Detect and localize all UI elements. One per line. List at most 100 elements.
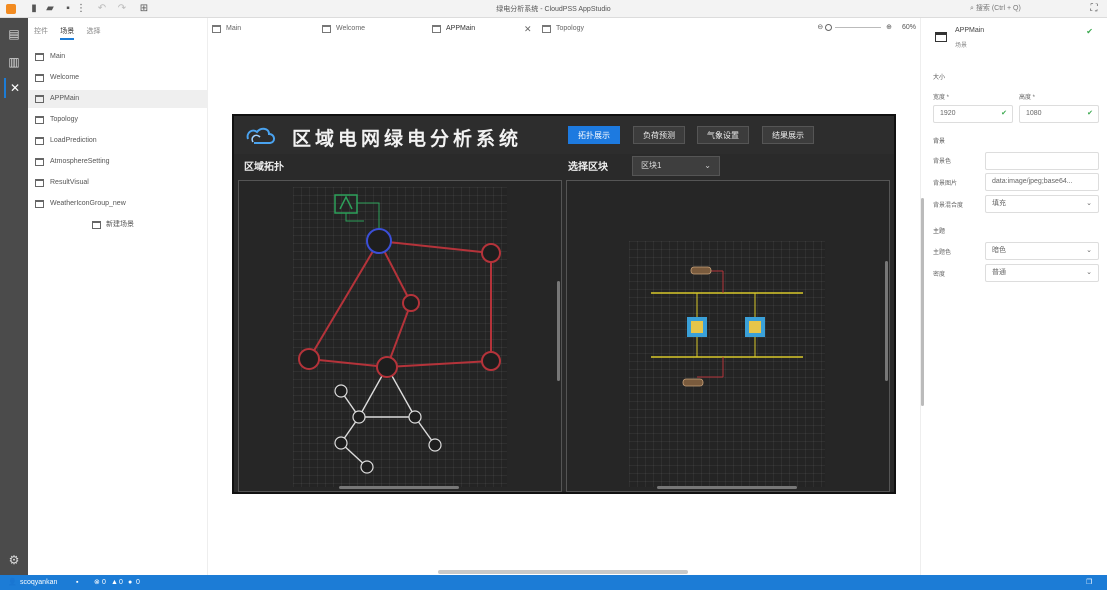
- status-bar: 👤 scoqyankan ▪ ⊗ 0 ▲ 0 ● 0 ❐: [0, 575, 1107, 590]
- density-select[interactable]: 普通 ⌄: [985, 264, 1099, 282]
- page-icon: [35, 179, 44, 187]
- close-tab-icon[interactable]: ✕: [524, 22, 532, 36]
- zoom-in-icon[interactable]: ⊕: [886, 24, 892, 31]
- page-icon: [432, 25, 441, 33]
- fullscreen-icon[interactable]: ⛶: [1088, 3, 1100, 15]
- document-tab-bar: Main Welcome APPMain ✕ Topology ⊖ ⊕ 60%: [208, 18, 920, 40]
- bg-mode-select[interactable]: 填充 ⌄: [985, 195, 1099, 213]
- tab-select[interactable]: 选择: [86, 26, 100, 38]
- info-count[interactable]: 0: [136, 575, 140, 590]
- transmission-lines-red: [308, 240, 492, 368]
- scene-item-atmospheresetting[interactable]: AtmosphereSetting: [28, 153, 208, 171]
- block-select[interactable]: 区块1 ⌄: [632, 156, 720, 176]
- save-icon[interactable]: ▪: [62, 3, 74, 15]
- scene-item-topology[interactable]: Topology: [28, 111, 208, 129]
- app-logo-icon: [6, 4, 16, 14]
- warning-count[interactable]: 0: [119, 575, 123, 590]
- load-icon: [690, 266, 712, 275]
- panel-tabs: 控件 场景 选择: [34, 26, 110, 40]
- user-icon: 👤: [8, 579, 17, 586]
- properties-scrollbar[interactable]: [921, 198, 924, 406]
- global-search[interactable]: ⌕ 搜索 (Ctrl + Q): [970, 3, 1050, 15]
- block-panel[interactable]: [566, 180, 890, 492]
- tab-label: Welcome: [336, 25, 366, 32]
- width-input[interactable]: 1920 ✔: [933, 105, 1013, 123]
- open-folder-icon[interactable]: ▰: [44, 3, 56, 15]
- transformer-icon: [687, 317, 707, 337]
- theme-color-select[interactable]: 暗色 ⌄: [985, 242, 1099, 260]
- scene-item-weathericongroup[interactable]: WeatherIconGroup_new: [28, 195, 208, 213]
- block-horizontal-scrollbar[interactable]: [657, 486, 797, 489]
- height-value: 1080: [1026, 110, 1042, 117]
- scene-type: 场景: [955, 43, 968, 49]
- page-icon: [92, 221, 101, 229]
- tab-appmain[interactable]: APPMain: [432, 22, 475, 36]
- cloud-logo-icon: [246, 127, 275, 144]
- check-icon: ✔: [1086, 27, 1093, 36]
- search-icon: ⌕: [970, 5, 974, 12]
- scene-item-main[interactable]: Main: [28, 48, 208, 66]
- error-count[interactable]: 0: [102, 575, 106, 590]
- scene-label: WeatherIconGroup_new: [50, 200, 126, 207]
- scene-tree: Main Welcome APPMain Topology LoadPredic…: [28, 48, 208, 237]
- topology-horizontal-scrollbar[interactable]: [339, 486, 459, 489]
- check-icon: ✔: [1087, 110, 1093, 117]
- preview-icon[interactable]: ⊞: [138, 3, 150, 15]
- components-icon[interactable]: ▥: [4, 52, 24, 72]
- height-label: 高度 *: [1019, 95, 1036, 101]
- chevron-down-icon: ⌄: [1086, 269, 1092, 276]
- theme-section-title: 主题: [933, 229, 946, 235]
- scene-label: Main: [50, 53, 66, 60]
- page-icon: [212, 25, 221, 33]
- page-icon: [542, 25, 551, 33]
- bg-color-input[interactable]: [985, 152, 1099, 170]
- height-input[interactable]: 1080 ✔: [1019, 105, 1099, 123]
- new-file-icon[interactable]: ▮: [28, 3, 40, 15]
- scene-item-new-scene[interactable]: 新建场景: [28, 216, 208, 234]
- nav-load-forecast-button[interactable]: 负荷预测: [633, 126, 685, 144]
- scene-item-loadprediction[interactable]: LoadPrediction: [28, 132, 208, 150]
- tab-scenes[interactable]: 场景: [60, 26, 75, 40]
- undo-icon[interactable]: ↶: [96, 3, 108, 15]
- topology-vertical-scrollbar[interactable]: [557, 281, 560, 381]
- bg-image-input[interactable]: data:image/jpeg;base64...: [985, 173, 1099, 191]
- notification-icon[interactable]: ❐: [1086, 575, 1092, 590]
- tab-controls[interactable]: 控件: [34, 26, 48, 38]
- density-label: 密度: [933, 272, 946, 278]
- zoom-control: ⊖ ⊕ 60%: [817, 22, 916, 34]
- block-vertical-scrollbar[interactable]: [885, 261, 888, 381]
- user-name[interactable]: scoqyankan: [20, 575, 57, 590]
- zoom-out-icon[interactable]: ⊖: [817, 24, 823, 31]
- scene-item-resultvisual[interactable]: ResultVisual: [28, 174, 208, 192]
- tab-welcome[interactable]: Welcome: [322, 22, 365, 36]
- scene-name: APPMain: [955, 27, 985, 34]
- nav-weather-button[interactable]: 气象设置: [697, 126, 749, 144]
- more-icon[interactable]: ⋮: [76, 3, 86, 15]
- settings-gear-icon[interactable]: ⚙: [4, 550, 24, 570]
- nav-topology-button[interactable]: 拓扑展示: [568, 126, 620, 144]
- zoom-slider-track[interactable]: [835, 26, 882, 28]
- window-title: 绿电分析系统 - CloudPSS AppStudio: [496, 6, 611, 13]
- width-value: 1920: [940, 110, 956, 117]
- design-canvas[interactable]: 区域电网绿电分析系统 拓扑展示 负荷预测 气象设置 结果展示 区域拓扑 选择区块…: [232, 114, 896, 494]
- scene-label: AtmosphereSetting: [50, 158, 110, 165]
- bg-color-label: 背景色: [933, 159, 952, 165]
- block-diagram: [651, 266, 803, 387]
- pages-icon[interactable]: ▤: [4, 24, 24, 44]
- redo-icon[interactable]: ↷: [116, 3, 128, 15]
- tab-label: APPMain: [446, 25, 476, 32]
- page-icon: [35, 74, 44, 82]
- scene-item-welcome[interactable]: Welcome: [28, 69, 208, 87]
- zoom-slider-handle[interactable]: [825, 23, 833, 31]
- scene-label: Welcome: [50, 74, 80, 81]
- busbars-yellow: [651, 292, 803, 358]
- title-bar: ▮ ▰ ▪ ⋮ ↶ ↷ ⊞ 绿电分析系统 - CloudPSS AppStudi…: [0, 0, 1107, 18]
- tab-main[interactable]: Main: [212, 22, 241, 36]
- nav-results-button[interactable]: 结果展示: [762, 126, 814, 144]
- tab-topology[interactable]: Topology: [542, 22, 584, 36]
- scene-item-appmain[interactable]: APPMain: [28, 90, 208, 108]
- scene-label: ResultVisual: [50, 179, 89, 186]
- canvas-horizontal-scrollbar[interactable]: [438, 570, 688, 574]
- topology-panel[interactable]: [238, 180, 562, 492]
- tools-icon[interactable]: ✕: [4, 78, 24, 98]
